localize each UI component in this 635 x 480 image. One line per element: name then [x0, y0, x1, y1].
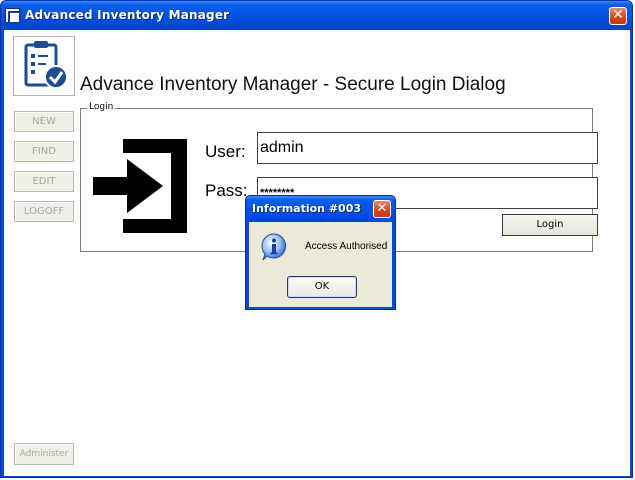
pass-label: Pass: — [205, 181, 248, 200]
title-bar[interactable]: Advanced Inventory Manager ✕ — [1, 1, 632, 30]
edit-button[interactable]: EDIT — [14, 171, 74, 192]
login-button[interactable]: Login — [502, 214, 598, 236]
dialog-title: Information #003 — [252, 202, 362, 215]
information-dialog: Information #003 ✕ Access Authorised OK — [245, 195, 396, 310]
find-button[interactable]: FIND — [14, 141, 74, 162]
page-title: Advance Inventory Manager - Secure Login… — [80, 74, 506, 95]
clipboard-check-icon — [13, 36, 75, 96]
administer-button[interactable]: Administer — [14, 443, 74, 465]
dialog-ok-button[interactable]: OK — [287, 276, 357, 298]
user-input[interactable] — [257, 132, 598, 164]
login-group-label: Login — [87, 102, 116, 112]
app-icon[interactable] — [5, 8, 21, 24]
window-close-button[interactable]: ✕ — [609, 7, 627, 25]
window-title: Advanced Inventory Manager — [25, 8, 230, 22]
info-icon — [261, 233, 287, 261]
login-arrow-icon — [93, 139, 187, 233]
dialog-body: Access Authorised OK — [249, 222, 392, 307]
dialog-message: Access Authorised — [305, 241, 388, 252]
user-label: User: — [205, 142, 246, 161]
logoff-button[interactable]: LOGOFF — [14, 201, 74, 222]
dialog-close-button[interactable]: ✕ — [373, 200, 391, 218]
dialog-title-bar[interactable]: Information #003 ✕ — [246, 196, 395, 222]
new-button[interactable]: NEW — [14, 111, 74, 132]
